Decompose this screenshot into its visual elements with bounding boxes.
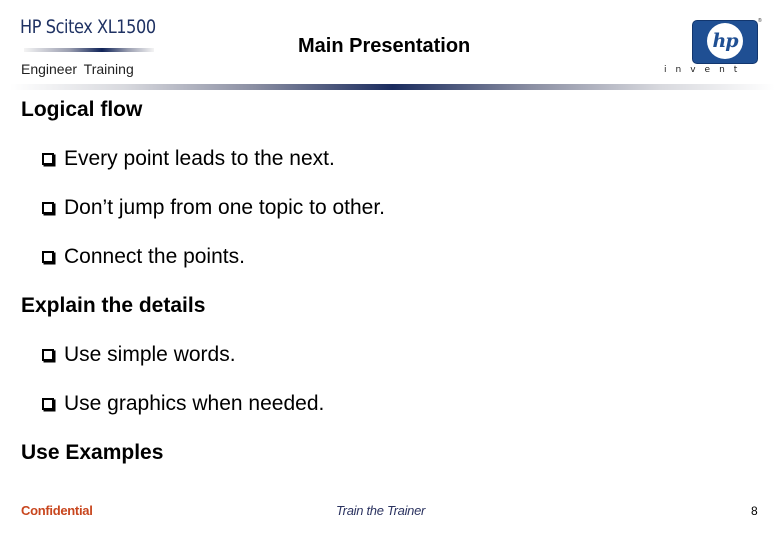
bullet-text: Use simple words. xyxy=(64,343,236,366)
bullet-item: Use simple words. xyxy=(42,343,236,367)
hp-logo-icon: hp xyxy=(692,20,758,64)
bullet-text: Every point leads to the next. xyxy=(64,147,335,170)
footer-title: Train the Trainer xyxy=(336,503,426,518)
bullet-text: Connect the points. xyxy=(64,245,245,268)
logo-tagline: invent xyxy=(664,65,747,75)
checkbox-bullet-icon xyxy=(42,202,54,214)
bullet-item: Connect the points. xyxy=(42,245,245,269)
subtitle: Engineer Training xyxy=(21,61,134,77)
logo-text: hp xyxy=(712,30,738,52)
page-number: 8 xyxy=(751,504,758,518)
bullet-item: Use graphics when needed. xyxy=(42,392,324,416)
checkbox-bullet-icon xyxy=(42,349,54,361)
section-heading: Use Examples xyxy=(21,441,164,464)
brand-name: HP Scitex XL1500 xyxy=(20,16,156,38)
section-heading: Explain the details xyxy=(21,294,206,317)
slide-title: Main Presentation xyxy=(298,35,471,57)
bullet-item: Don’t jump from one topic to other. xyxy=(42,196,385,220)
checkbox-bullet-icon xyxy=(42,153,54,165)
bullet-item: Every point leads to the next. xyxy=(42,147,335,171)
trademark-icon: ® xyxy=(758,18,762,24)
brand-underline xyxy=(24,48,154,52)
checkbox-bullet-icon xyxy=(42,398,54,410)
bullet-text: Don’t jump from one topic to other. xyxy=(64,196,385,219)
checkbox-bullet-icon xyxy=(42,251,54,263)
header-divider xyxy=(10,84,775,90)
confidential-label: Confidential xyxy=(21,503,93,518)
bullet-text: Use graphics when needed. xyxy=(64,392,325,415)
section-heading: Logical flow xyxy=(21,98,143,121)
